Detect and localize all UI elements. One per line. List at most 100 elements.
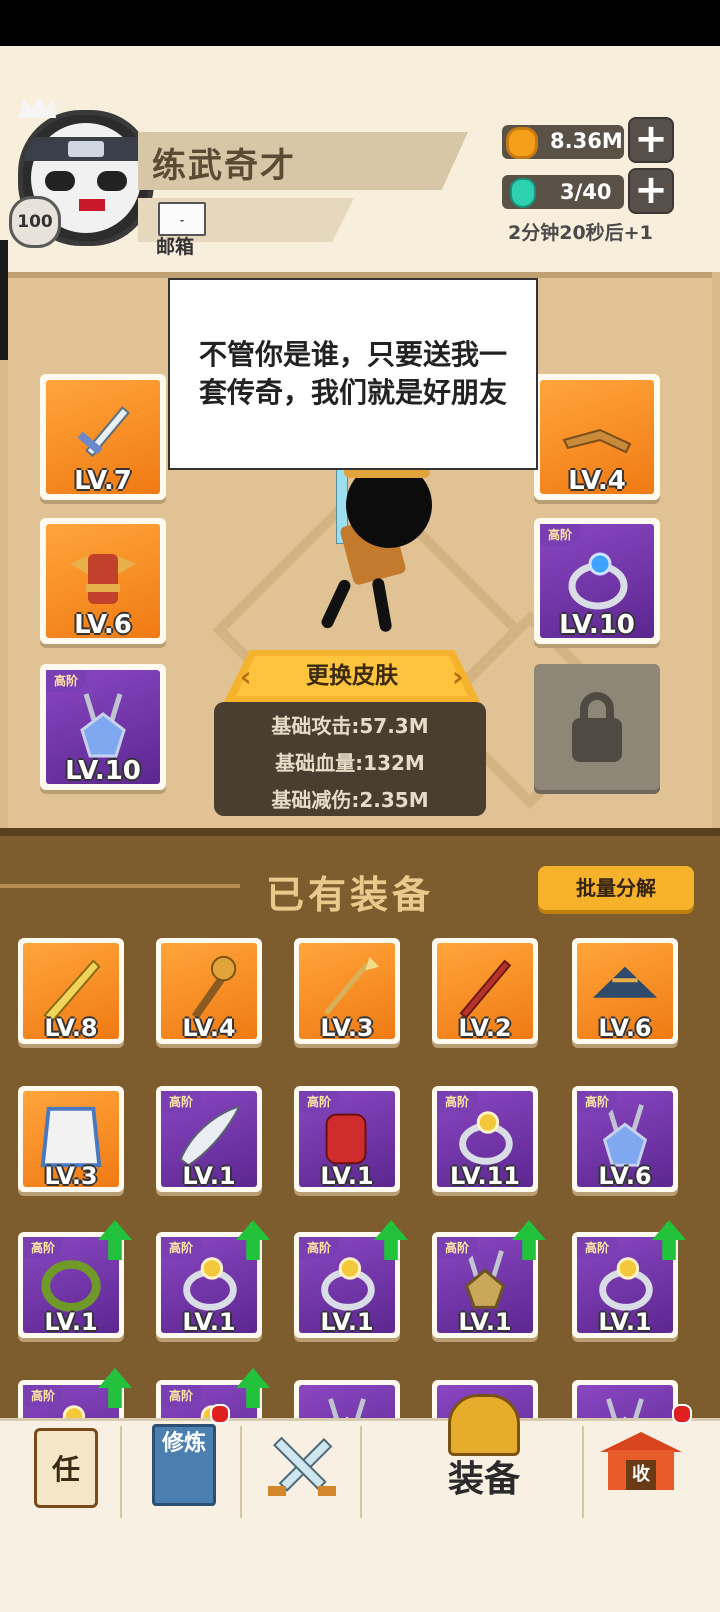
item-level: LV.1 — [320, 1162, 374, 1190]
slot-level: LV.6 — [74, 610, 132, 640]
slot-level: LV.7 — [74, 466, 132, 496]
add-energy-button[interactable]: + — [628, 168, 674, 214]
crossed-swords-icon[interactable] — [262, 1432, 342, 1502]
slot-level: LV.10 — [559, 610, 635, 640]
advanced-tag: 高阶 — [577, 1237, 617, 1259]
status-bar — [0, 0, 720, 46]
inventory-item[interactable]: LV.8 — [18, 938, 124, 1044]
inventory-item[interactable]: 高阶 LV.1 — [18, 1232, 124, 1338]
avatar-plate — [68, 141, 104, 157]
item-level: LV.1 — [320, 1308, 374, 1336]
inventory-item[interactable]: 高阶 LV.1 — [156, 1086, 262, 1192]
mail-icon[interactable] — [158, 202, 206, 236]
item-level: LV.3 — [320, 1014, 374, 1042]
inventory-item[interactable]: LV.4 — [156, 938, 262, 1044]
item-level: LV.1 — [182, 1308, 236, 1336]
change-skin-label[interactable]: 更换皮肤 — [224, 656, 480, 690]
nav-task-label[interactable]: 任 — [34, 1448, 98, 1488]
item-level: LV.1 — [44, 1308, 98, 1336]
slot-level: LV.4 — [568, 466, 626, 496]
nav-divider — [360, 1426, 362, 1518]
batch-dismantle-button[interactable]: 批量分解 — [538, 866, 694, 910]
item-level: LV.1 — [458, 1308, 512, 1336]
item-level: LV.8 — [44, 1014, 98, 1042]
stat-hp: 基础血量:132M — [275, 751, 425, 775]
player-level-badge: 100 — [9, 196, 61, 248]
add-coins-button[interactable]: + — [628, 117, 674, 163]
stats-panel: 基础攻击:57.3M 基础血量:132M 基础减伤:2.35M — [214, 702, 486, 816]
inventory-item[interactable]: 高阶 LV.11 — [432, 1086, 538, 1192]
inventory-item[interactable]: 高阶 LV.1 — [432, 1232, 538, 1338]
npc-dialog: 不管你是谁，只要送我一套传奇，我们就是好朋友 — [168, 278, 538, 470]
item-level: LV.2 — [458, 1014, 512, 1042]
inventory-item[interactable]: 高阶 LV.6 — [572, 1086, 678, 1192]
advanced-tag: 高阶 — [540, 524, 580, 546]
item-level: LV.11 — [450, 1162, 520, 1190]
nav-divider — [582, 1426, 584, 1518]
headband-icon — [562, 428, 632, 454]
advanced-tag: 高阶 — [577, 1091, 617, 1113]
energy-gem-icon — [510, 178, 536, 208]
avatar-eye-right — [97, 171, 127, 191]
item-level: LV.6 — [598, 1014, 652, 1042]
mail-label[interactable]: 邮箱 — [156, 232, 194, 259]
advanced-tag: 高阶 — [46, 670, 86, 692]
player-name: 练武奇才 — [152, 146, 296, 186]
stat-attack: 基础攻击:57.3M — [271, 714, 429, 738]
nav-divider — [120, 1426, 122, 1518]
item-level: LV.1 — [598, 1308, 652, 1336]
nav-shop-label[interactable]: 收 — [600, 1460, 682, 1486]
nav-cultivate-label[interactable]: 修炼 — [152, 1430, 216, 1458]
avatar-mouth — [79, 199, 105, 211]
nav-divider — [240, 1426, 242, 1518]
dialog-text: 不管你是谁，只要送我一套传奇，我们就是好朋友 — [198, 338, 507, 409]
notification-dot — [672, 1404, 692, 1424]
energy-timer: 2分钟20秒后+1 — [508, 222, 653, 244]
equip-slot-armor[interactable]: LV.6 — [40, 518, 166, 644]
advanced-tag: 高阶 — [161, 1091, 201, 1113]
item-level: LV.3 — [44, 1162, 98, 1190]
equip-slot-necklace[interactable]: 高阶 LV.10 — [40, 664, 166, 790]
avatar-eye-left — [45, 171, 75, 191]
inventory-item[interactable]: LV.3 — [294, 938, 400, 1044]
advanced-tag: 高阶 — [437, 1237, 477, 1259]
item-level: LV.1 — [182, 1162, 236, 1190]
energy-amount: 3/40 — [560, 180, 612, 204]
inventory-item[interactable]: 高阶 LV.1 — [294, 1232, 400, 1338]
inventory-item[interactable]: LV.3 — [18, 1086, 124, 1192]
necklace-icon — [80, 693, 126, 758]
notification-dot — [210, 1404, 230, 1424]
lock-icon — [572, 718, 622, 762]
armor-icon — [70, 554, 136, 604]
ring-icon — [568, 552, 628, 610]
advanced-tag: 高阶 — [299, 1091, 339, 1113]
advanced-tag: 高阶 — [299, 1237, 339, 1259]
inventory-item[interactable]: 高阶 LV.1 — [572, 1232, 678, 1338]
advanced-tag: 高阶 — [23, 1385, 63, 1407]
edge-handle — [0, 240, 8, 360]
coin-amount: 8.36M — [550, 129, 623, 153]
coin-icon — [506, 127, 538, 159]
inventory-item[interactable]: 高阶 LV.1 — [156, 1232, 262, 1338]
nav-equip-label[interactable]: 装备 — [434, 1450, 534, 1502]
nav-footer — [0, 1526, 720, 1612]
item-level: LV.6 — [598, 1162, 652, 1190]
item-level: LV.4 — [182, 1014, 236, 1042]
advanced-tag: 高阶 — [161, 1237, 201, 1259]
title-rule — [0, 884, 240, 888]
equip-helmet-icon[interactable] — [448, 1394, 520, 1456]
inventory-item[interactable]: 高阶 LV.1 — [294, 1086, 400, 1192]
inventory-title: 已有装备 — [265, 873, 434, 917]
equip-slot-ring[interactable]: 高阶 LV.10 — [534, 518, 660, 644]
equip-slot-headgear[interactable]: LV.4 — [534, 374, 660, 500]
advanced-tag: 高阶 — [437, 1091, 477, 1113]
inventory-item[interactable]: LV.2 — [432, 938, 538, 1044]
inventory-item[interactable]: LV.6 — [572, 938, 678, 1044]
locked-slot[interactable] — [534, 664, 660, 790]
sword-icon — [77, 406, 130, 458]
inventory-divider — [0, 828, 720, 836]
slot-level: LV.10 — [65, 756, 141, 786]
advanced-tag: 高阶 — [161, 1385, 201, 1407]
advanced-tag: 高阶 — [23, 1237, 63, 1259]
equip-slot-weapon[interactable]: LV.7 — [40, 374, 166, 500]
